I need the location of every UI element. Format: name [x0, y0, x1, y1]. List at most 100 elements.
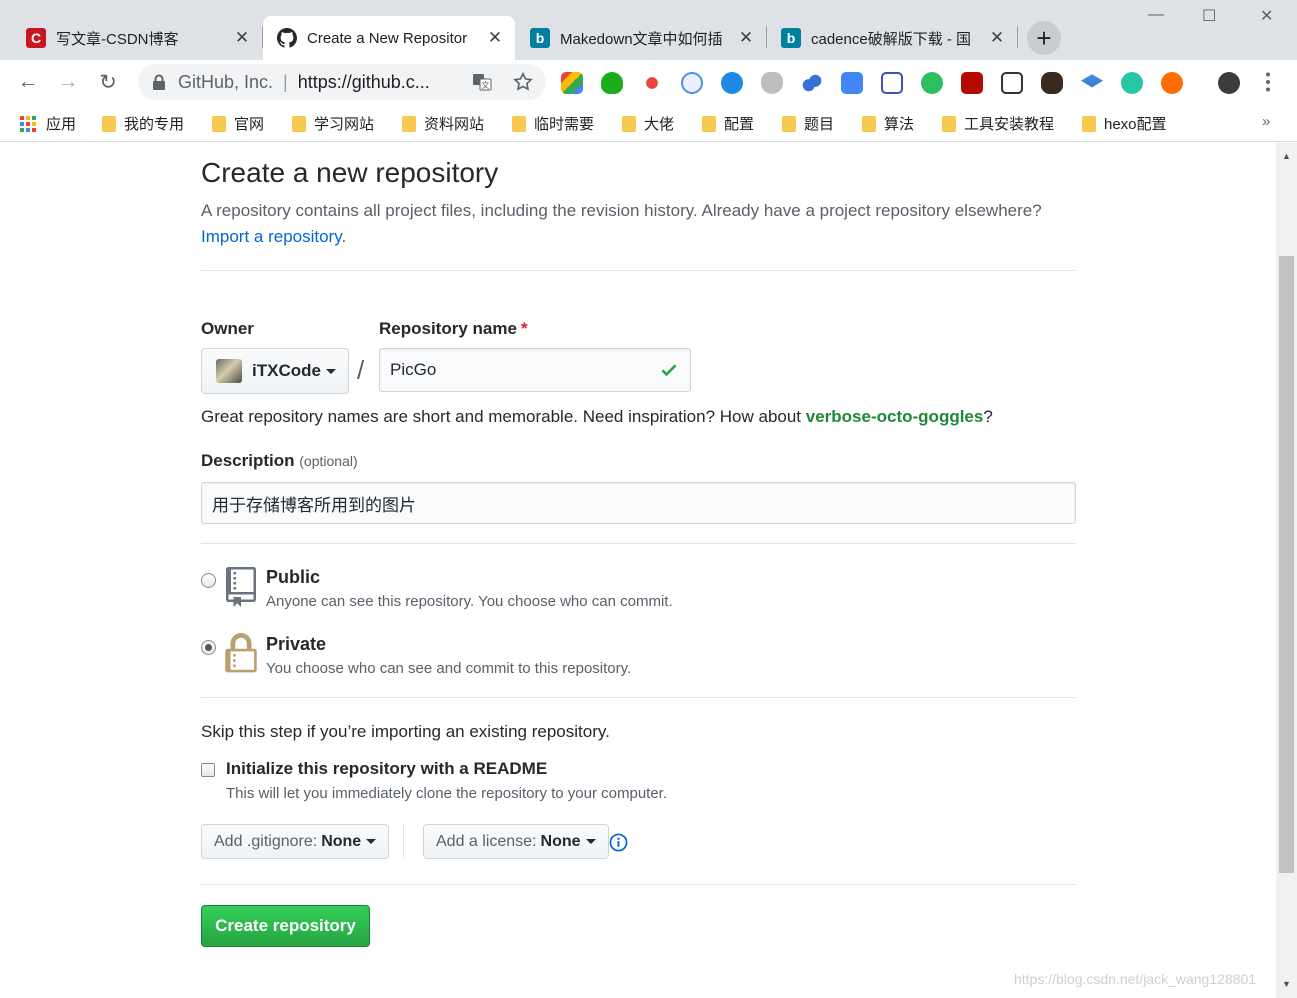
bookmark-folder[interactable]: 学习网站	[292, 113, 374, 134]
site-identity: GitHub, Inc.	[178, 71, 274, 92]
create-repository-button[interactable]: Create repository	[201, 905, 370, 947]
bookmark-label: 算法	[884, 116, 915, 133]
extension-icon[interactable]	[561, 72, 583, 94]
info-icon[interactable]	[609, 833, 628, 852]
extension-infinity-icon[interactable]	[1161, 72, 1183, 94]
folder-icon	[702, 115, 716, 132]
bookmark-apps[interactable]: 应用	[20, 113, 76, 134]
description-optional: (optional)	[299, 453, 358, 469]
tab-bing-makedown[interactable]: b Makedown文章中如何插 ✕	[516, 16, 767, 60]
bookmark-folder[interactable]: 题目	[782, 113, 834, 134]
back-icon[interactable]: ←	[14, 68, 42, 96]
bookmark-folder[interactable]: 我的专用	[102, 113, 184, 134]
gitignore-select[interactable]: Add .gitignore: None	[201, 824, 390, 859]
folder-icon	[622, 115, 636, 132]
folder-icon	[782, 115, 796, 132]
bookmark-folder[interactable]: 大佬	[622, 113, 674, 134]
pdf-icon[interactable]	[961, 72, 983, 94]
tab-bing-cadence[interactable]: b cadence破解版下载 - 国 ✕	[767, 16, 1018, 60]
owner-value: iTXCode	[252, 361, 321, 380]
description-input[interactable]: 用于存储博客所用到的图片	[201, 482, 1076, 524]
extension-google-translate-icon[interactable]	[841, 72, 863, 94]
extension-m-icon[interactable]	[1121, 72, 1143, 94]
reload-icon[interactable]: ↻	[94, 68, 122, 96]
tab-title: 写文章-CSDN博客	[56, 30, 179, 48]
extension-bird-icon[interactable]	[681, 72, 703, 94]
bookmark-label: 题目	[804, 116, 835, 133]
name-suggestion-link[interactable]: verbose-octo-goggles	[806, 407, 984, 426]
extension-h-icon[interactable]	[721, 72, 743, 94]
close-tab-icon[interactable]: ✕	[485, 28, 505, 48]
skip-step-text: Skip this step if you’re importing an ex…	[201, 722, 610, 741]
lock-icon	[225, 633, 257, 673]
maximize-icon[interactable]: ☐	[1202, 6, 1216, 26]
bookmark-folder[interactable]: 资料网站	[402, 113, 484, 134]
divider	[201, 543, 1076, 544]
name-hint: Great repository names are short and mem…	[201, 407, 993, 427]
extension-doc-icon[interactable]	[1001, 72, 1023, 94]
tab-title: Makedown文章中如何插	[560, 30, 723, 48]
bookmark-label: hexo配置	[1104, 116, 1167, 133]
owner-label: Owner	[201, 319, 254, 338]
extension-baidu-icon[interactable]	[801, 72, 823, 94]
bookmark-label: 应用	[46, 116, 77, 133]
minimize-icon[interactable]: —	[1148, 6, 1164, 24]
extension-network-icon[interactable]	[641, 72, 663, 94]
owner-select[interactable]: iTXCode	[201, 348, 349, 394]
init-readme-label[interactable]: Initialize this repository with a README	[226, 759, 547, 779]
folder-icon	[102, 115, 116, 132]
name-hint-text: Great repository names are short and mem…	[201, 407, 806, 426]
license-label: Add a license:	[436, 832, 537, 850]
bookmark-folder[interactable]: 配置	[702, 113, 754, 134]
tab-csdn[interactable]: C 写文章-CSDN博客 ✕	[12, 16, 263, 60]
close-tab-icon[interactable]: ✕	[232, 28, 252, 48]
lock-icon	[153, 74, 165, 90]
folder-icon	[292, 115, 306, 132]
close-window-icon[interactable]: ✕	[1260, 6, 1273, 26]
svg-text:文: 文	[482, 80, 490, 90]
close-tab-icon[interactable]: ✕	[987, 28, 1007, 48]
star-bookmark-icon[interactable]	[512, 71, 534, 93]
tab-title: cadence破解版下载 - 国	[811, 30, 972, 48]
extension-window-icon[interactable]	[881, 72, 903, 94]
private-radio[interactable]	[201, 640, 216, 655]
lead-text: A repository contains all project files,…	[201, 201, 1042, 220]
forward-icon[interactable]: →	[54, 68, 82, 96]
close-tab-icon[interactable]: ✕	[736, 28, 756, 48]
init-readme-checkbox[interactable]	[201, 763, 215, 777]
translate-icon[interactable]: 文	[472, 72, 492, 92]
init-readme-description: This will let you immediately clone the …	[226, 785, 668, 802]
extension-cat-icon[interactable]	[1041, 72, 1063, 94]
private-description: You choose who can see and commit to thi…	[266, 660, 632, 677]
bookmarks-overflow-button[interactable]: »	[1262, 113, 1270, 130]
scroll-down-arrow-icon[interactable]: ▼	[1282, 979, 1291, 989]
tab-github-create-repo[interactable]: Create a New Repositor ✕	[263, 16, 515, 60]
tab-title: Create a New Repositor	[307, 29, 468, 47]
bookmark-label: 资料网站	[424, 116, 485, 133]
profile-avatar[interactable]	[1218, 72, 1240, 94]
scrollbar-thumb[interactable]	[1279, 256, 1294, 873]
repository-name-input[interactable]: PicGo	[379, 348, 691, 392]
scroll-up-arrow-icon[interactable]: ▲	[1282, 151, 1291, 161]
public-radio[interactable]	[201, 573, 216, 588]
folder-icon	[402, 115, 416, 132]
caret-down-icon	[366, 839, 377, 844]
page-scrollbar[interactable]: ▲ ▼	[1276, 143, 1297, 998]
new-tab-button[interactable]: +	[1027, 21, 1061, 55]
bookmark-folder[interactable]: 官网	[212, 113, 264, 134]
extension-mask-icon[interactable]	[761, 72, 783, 94]
license-select[interactable]: Add a license: None	[423, 824, 609, 859]
folder-icon	[942, 115, 956, 132]
evernote-icon[interactable]	[921, 72, 943, 94]
bookmark-folder[interactable]: hexo配置	[1082, 113, 1167, 134]
url-text: https://github.c...	[297, 71, 430, 92]
import-repository-link[interactable]: Import a repository	[201, 227, 341, 246]
bookmark-folder[interactable]: 临时需要	[512, 113, 594, 134]
bookmark-label: 官网	[234, 116, 265, 133]
more-menu-icon[interactable]	[1261, 72, 1275, 92]
extension-graduate-icon[interactable]	[1081, 74, 1103, 88]
bookmark-folder[interactable]: 工具安装教程	[942, 113, 1054, 134]
vertical-divider	[403, 825, 404, 859]
bookmark-folder[interactable]: 算法	[862, 113, 914, 134]
extension-shield-icon[interactable]	[601, 72, 623, 94]
